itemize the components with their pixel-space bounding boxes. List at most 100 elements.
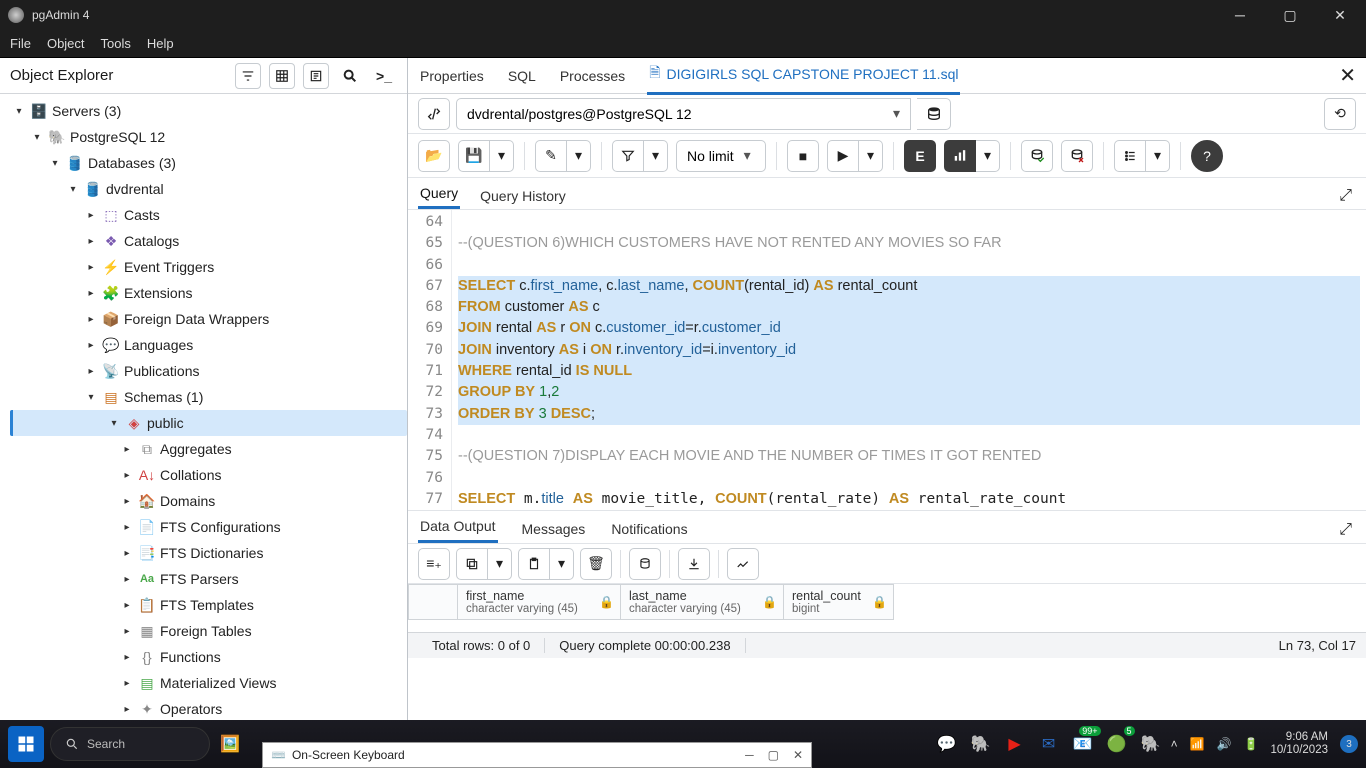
add-row-button[interactable]: ≡₊ xyxy=(418,548,450,580)
execute-button[interactable]: ▶ xyxy=(827,140,859,172)
obj-explorer-filter-icon[interactable] xyxy=(235,63,261,89)
subtab-history[interactable]: Query History xyxy=(478,183,568,209)
help-button[interactable]: ? xyxy=(1191,140,1223,172)
clock[interactable]: 9:06 AM 10/10/2023 xyxy=(1270,731,1328,757)
subtab-query[interactable]: Query xyxy=(418,180,460,209)
tree-fts-conf[interactable]: ▸📄FTS Configurations xyxy=(4,514,407,540)
execute-dropdown-button[interactable]: ▾ xyxy=(859,140,883,172)
obj-explorer-grid-icon[interactable] xyxy=(269,63,295,89)
server-icon-button[interactable] xyxy=(917,98,951,130)
search-icon[interactable] xyxy=(337,63,363,89)
battery-icon[interactable]: 🔋 xyxy=(1243,737,1258,751)
taskbar-outlook-icon[interactable]: ✉ xyxy=(1035,730,1063,758)
connection-select[interactable]: dvdrental/postgres@PostgreSQL 12 ▾ xyxy=(456,98,911,130)
start-button[interactable] xyxy=(8,726,44,762)
paste-button[interactable] xyxy=(518,548,550,580)
minimize-button[interactable]: ─ xyxy=(1222,3,1258,27)
paste-dropdown-button[interactable]: ▾ xyxy=(550,548,574,580)
edit-button[interactable]: ✎ xyxy=(535,140,567,172)
tree-collations[interactable]: ▸A↓Collations xyxy=(4,462,407,488)
tree-foreign-tables[interactable]: ▸▦Foreign Tables xyxy=(4,618,407,644)
commit-button[interactable] xyxy=(1021,140,1053,172)
tree-dvdrental[interactable]: ▾🛢️dvdrental xyxy=(4,176,407,202)
chart-button[interactable] xyxy=(727,548,759,580)
notifications-icon[interactable]: 3 xyxy=(1340,735,1358,753)
tree-aggregates[interactable]: ▸⧉Aggregates xyxy=(4,436,407,462)
stop-button[interactable]: ■ xyxy=(787,140,819,172)
tab-close-icon[interactable]: ✕ xyxy=(1339,63,1356,88)
menu-object[interactable]: Object xyxy=(47,36,85,51)
explain-analyze-button[interactable] xyxy=(944,140,976,172)
tree-casts[interactable]: ▸⬚Casts xyxy=(4,202,407,228)
macros-dropdown-button[interactable]: ▾ xyxy=(1146,140,1170,172)
osk-minimize[interactable]: ─ xyxy=(745,748,754,762)
col-rental-count[interactable]: rental_count bigint 🔒 xyxy=(784,584,894,620)
volume-icon[interactable]: 🔊 xyxy=(1217,737,1232,751)
explain-dropdown-button[interactable]: ▾ xyxy=(976,140,1000,172)
tree-public[interactable]: ▾◈public xyxy=(10,410,407,436)
tree-functions[interactable]: ▸{}Functions xyxy=(4,644,407,670)
save-data-button[interactable] xyxy=(629,548,661,580)
maximize-button[interactable]: ▢ xyxy=(1272,3,1308,27)
col-first-name[interactable]: first_name character varying (45) 🔒 xyxy=(458,584,621,620)
taskbar-pgadmin-icon[interactable]: 🐘 xyxy=(967,730,995,758)
limit-select[interactable]: No limit ▾ xyxy=(676,140,766,172)
tray-chevron-icon[interactable]: ˄ xyxy=(1171,737,1178,751)
outtab-data[interactable]: Data Output xyxy=(418,512,498,543)
onscreen-keyboard-window[interactable]: ⌨️ On-Screen Keyboard ─ ▢ ✕ xyxy=(262,742,812,768)
tree-extensions[interactable]: ▸🧩Extensions xyxy=(4,280,407,306)
tree-databases[interactable]: ▾🛢️Databases (3) xyxy=(4,150,407,176)
tree-catalogs[interactable]: ▸❖Catalogs xyxy=(4,228,407,254)
tab-sql[interactable]: SQL xyxy=(506,62,538,90)
obj-explorer-props-icon[interactable] xyxy=(303,63,329,89)
tree-domains[interactable]: ▸🏠Domains xyxy=(4,488,407,514)
tree-publications[interactable]: ▸📡Publications xyxy=(4,358,407,384)
taskbar-chat-icon[interactable]: 💬 xyxy=(933,730,961,758)
copy-dropdown-button[interactable]: ▾ xyxy=(488,548,512,580)
rollback-button[interactable] xyxy=(1061,140,1093,172)
tree-schemas[interactable]: ▾▤Schemas (1) xyxy=(4,384,407,410)
taskbar-search[interactable]: Search xyxy=(50,727,210,761)
taskbar-pgadmin2-icon[interactable]: 🐘 xyxy=(1137,730,1165,758)
expand-output-icon[interactable]: ⤢ xyxy=(1335,517,1356,543)
terminal-icon[interactable]: >_ xyxy=(371,63,397,89)
col-last-name[interactable]: last_name character varying (45) 🔒 xyxy=(621,584,784,620)
connection-status-icon[interactable] xyxy=(418,98,450,130)
tree-fts-dict[interactable]: ▸📑FTS Dictionaries xyxy=(4,540,407,566)
tree-servers[interactable]: ▾🗄️Servers (3) xyxy=(4,98,407,124)
taskbar-youtube-icon[interactable]: ▶ xyxy=(1001,730,1029,758)
osk-close[interactable]: ✕ xyxy=(793,748,803,762)
download-button[interactable] xyxy=(678,548,710,580)
delete-row-button[interactable]: 🗑 xyxy=(580,548,612,580)
tab-file[interactable]: 🗎 DIGIGIRLS SQL CAPSTONE PROJECT 11.sql xyxy=(647,56,960,95)
tab-properties[interactable]: Properties xyxy=(418,62,486,90)
tree-languages[interactable]: ▸💬Languages xyxy=(4,332,407,358)
tree-pg12[interactable]: ▾🐘PostgreSQL 12 xyxy=(4,124,407,150)
tree-event-triggers[interactable]: ▸⚡Event Triggers xyxy=(4,254,407,280)
tree-fts-parsers[interactable]: ▸AaFTS Parsers xyxy=(4,566,407,592)
reset-layout-button[interactable]: ⟲ xyxy=(1324,98,1356,130)
open-file-button[interactable]: 📂 xyxy=(418,140,450,172)
tree-fdw[interactable]: ▸📦Foreign Data Wrappers xyxy=(4,306,407,332)
tree-fts-templates[interactable]: ▸📋FTS Templates xyxy=(4,592,407,618)
osk-maximize[interactable]: ▢ xyxy=(768,748,779,762)
tab-processes[interactable]: Processes xyxy=(558,62,627,90)
results-grid[interactable]: first_name character varying (45) 🔒 last… xyxy=(408,584,1366,632)
tree-operators[interactable]: ▸✦Operators xyxy=(4,696,407,720)
outtab-messages[interactable]: Messages xyxy=(520,515,588,543)
menu-tools[interactable]: Tools xyxy=(101,36,131,51)
filter-dropdown-button[interactable]: ▾ xyxy=(644,140,668,172)
copy-button[interactable] xyxy=(456,548,488,580)
save-button[interactable]: 💾 xyxy=(458,140,490,172)
taskbar-app-1[interactable]: 🖼️ xyxy=(216,730,244,758)
menu-help[interactable]: Help xyxy=(147,36,174,51)
menu-file[interactable]: File xyxy=(10,36,31,51)
wifi-icon[interactable]: 📶 xyxy=(1190,737,1205,751)
sql-editor[interactable]: 64 65 66 67 68 69 70 71 72 73 74 75 76 7… xyxy=(408,210,1366,510)
macros-button[interactable] xyxy=(1114,140,1146,172)
close-button[interactable]: ✕ xyxy=(1322,3,1358,27)
expand-editor-icon[interactable]: ⤢ xyxy=(1335,183,1356,209)
tree-mat-views[interactable]: ▸▤Materialized Views xyxy=(4,670,407,696)
save-dropdown-button[interactable]: ▾ xyxy=(490,140,514,172)
outtab-notifications[interactable]: Notifications xyxy=(609,515,689,543)
